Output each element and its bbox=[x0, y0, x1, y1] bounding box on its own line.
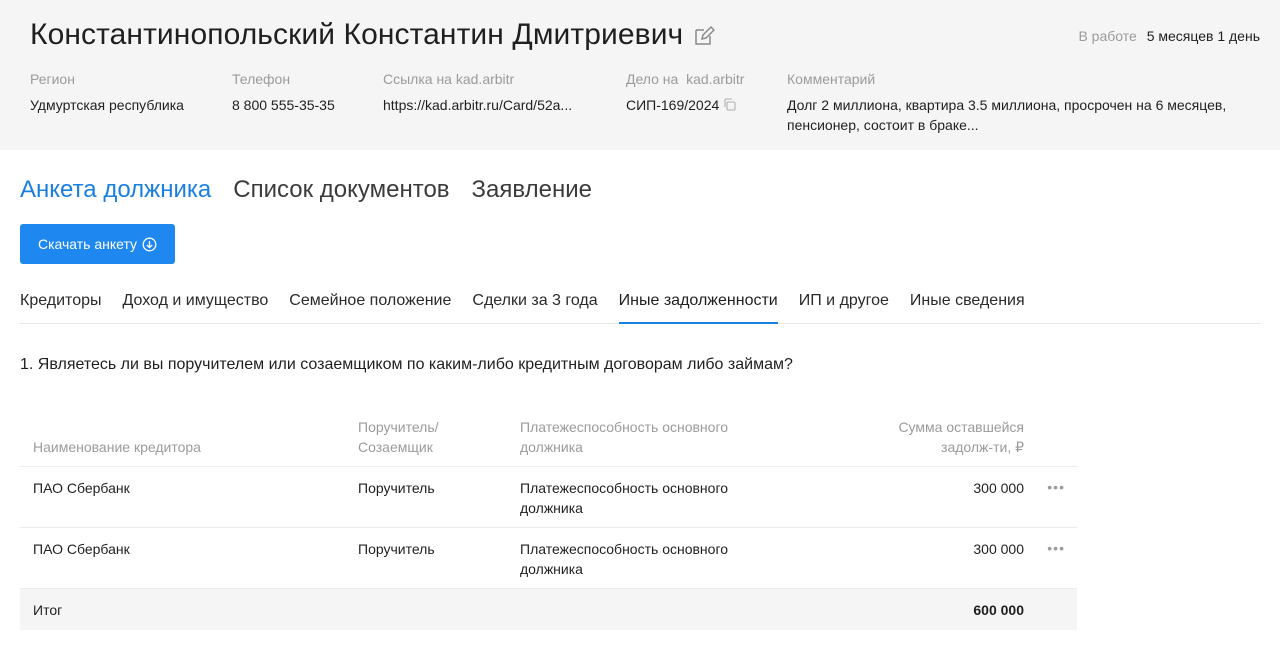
title-row: Константинопольский Константин Дмитриеви… bbox=[30, 18, 716, 52]
header-role: Поручитель/ Созаемщик bbox=[358, 419, 439, 455]
subtab-income-property[interactable]: Доход и имущество bbox=[122, 282, 268, 323]
subtab-family-status[interactable]: Семейное положение bbox=[289, 282, 451, 323]
link-label: Ссылка на kad.arbitr bbox=[383, 71, 515, 87]
question-text: Являетесь ли вы поручителем или созаемщи… bbox=[37, 356, 793, 373]
copy-icon[interactable] bbox=[723, 98, 736, 111]
phone-label: Телефон bbox=[232, 71, 291, 87]
row-role: Поручитель bbox=[358, 480, 435, 496]
status: В работе 5 месяцев 1 день bbox=[1078, 28, 1260, 44]
header-solvency: Платежеспособность основного должника bbox=[520, 419, 729, 455]
row-solvency: Платежеспособность основного должника bbox=[520, 480, 729, 516]
subtab-deals-3-years[interactable]: Сделки за 3 года bbox=[472, 282, 597, 323]
download-button-label: Скачать анкету bbox=[37, 236, 138, 252]
comment-value: Долг 2 миллиона, квартира 3.5 миллиона, … bbox=[787, 97, 1227, 133]
guarantor-table: Наименование кредитора Поручитель/ Созае… bbox=[20, 416, 1077, 630]
subtab-creditors[interactable]: Кредиторы bbox=[20, 282, 101, 323]
more-dots-icon[interactable]: ••• bbox=[1047, 479, 1065, 495]
region-label: Регион bbox=[30, 71, 75, 87]
comment-label: Комментарий bbox=[787, 71, 876, 87]
tab-application[interactable]: Заявление bbox=[472, 176, 592, 204]
status-label: В работе bbox=[1078, 28, 1137, 44]
row-solvency: Платежеспособность основного должника bbox=[520, 541, 729, 577]
table-row: ПАО Сбербанк Поручитель Платежеспособнос… bbox=[20, 528, 1077, 589]
more-dots-icon[interactable]: ••• bbox=[1047, 540, 1065, 556]
total-value: 600 000 bbox=[973, 602, 1024, 618]
meta-phone: Телефон 8 800 555-35-35 bbox=[232, 71, 335, 115]
row-creditor: ПАО Сбербанк bbox=[33, 480, 130, 496]
region-value: Удмуртская республика bbox=[30, 97, 184, 113]
phone-value: 8 800 555-35-35 bbox=[232, 97, 335, 113]
debtor-header: Константинопольский Константин Дмитриеви… bbox=[0, 0, 1280, 150]
subtab-other-debts[interactable]: Иные задолженности bbox=[618, 282, 778, 324]
table-total-row: Итог 600 000 bbox=[20, 589, 1077, 630]
table-header: Наименование кредитора Поручитель/ Созае… bbox=[20, 416, 1077, 467]
download-form-button[interactable]: Скачать анкету bbox=[20, 224, 175, 264]
edit-pencil-icon[interactable] bbox=[693, 25, 716, 47]
subtab-ip-other[interactable]: ИП и другое bbox=[799, 282, 889, 323]
meta-link: Ссылка на kad.arbitr https://kad.arbitr.… bbox=[383, 71, 572, 115]
tab-documents[interactable]: Список документов bbox=[233, 176, 449, 204]
meta-region: Регион Удмуртская республика bbox=[30, 71, 184, 115]
status-value: 5 месяцев 1 день bbox=[1146, 28, 1260, 44]
header-creditor: Наименование кредитора bbox=[33, 439, 201, 455]
meta-comment: Комментарий Долг 2 миллиона, квартира 3.… bbox=[787, 71, 1267, 135]
row-role: Поручитель bbox=[358, 541, 435, 557]
table-row: ПАО Сбербанк Поручитель Платежеспособнос… bbox=[20, 467, 1077, 528]
row-amount: 300 000 bbox=[973, 480, 1024, 496]
meta-case: Дело на kad.arbitr СИП-169/2024 bbox=[626, 71, 744, 115]
tab-debtor-form[interactable]: Анкета должника bbox=[20, 176, 211, 204]
row-amount: 300 000 bbox=[973, 541, 1024, 557]
question-number: 1. bbox=[20, 356, 34, 373]
case-label: Дело на kad.arbitr bbox=[626, 71, 745, 87]
page-title: Константинопольский Константин Дмитриеви… bbox=[30, 18, 684, 51]
subtab-other-info[interactable]: Иные сведения bbox=[910, 282, 1025, 323]
sub-tabs: Кредиторы Доход и имущество Семейное пол… bbox=[20, 282, 1260, 324]
download-circle-icon bbox=[142, 237, 157, 251]
total-label: Итог bbox=[33, 602, 63, 618]
header-amount: Сумма оставшейся задолж-ти, ₽ bbox=[898, 419, 1024, 455]
case-value-row: СИП-169/2024 bbox=[626, 95, 744, 115]
kad-link[interactable]: https://kad.arbitr.ru/Card/52a... bbox=[383, 95, 572, 115]
question: 1. Являетесь ли вы поручителем или созае… bbox=[20, 355, 800, 375]
main-tabs: Анкета должника Список документов Заявле… bbox=[20, 176, 614, 204]
case-value: СИП-169/2024 bbox=[626, 97, 720, 113]
row-creditor: ПАО Сбербанк bbox=[33, 541, 130, 557]
